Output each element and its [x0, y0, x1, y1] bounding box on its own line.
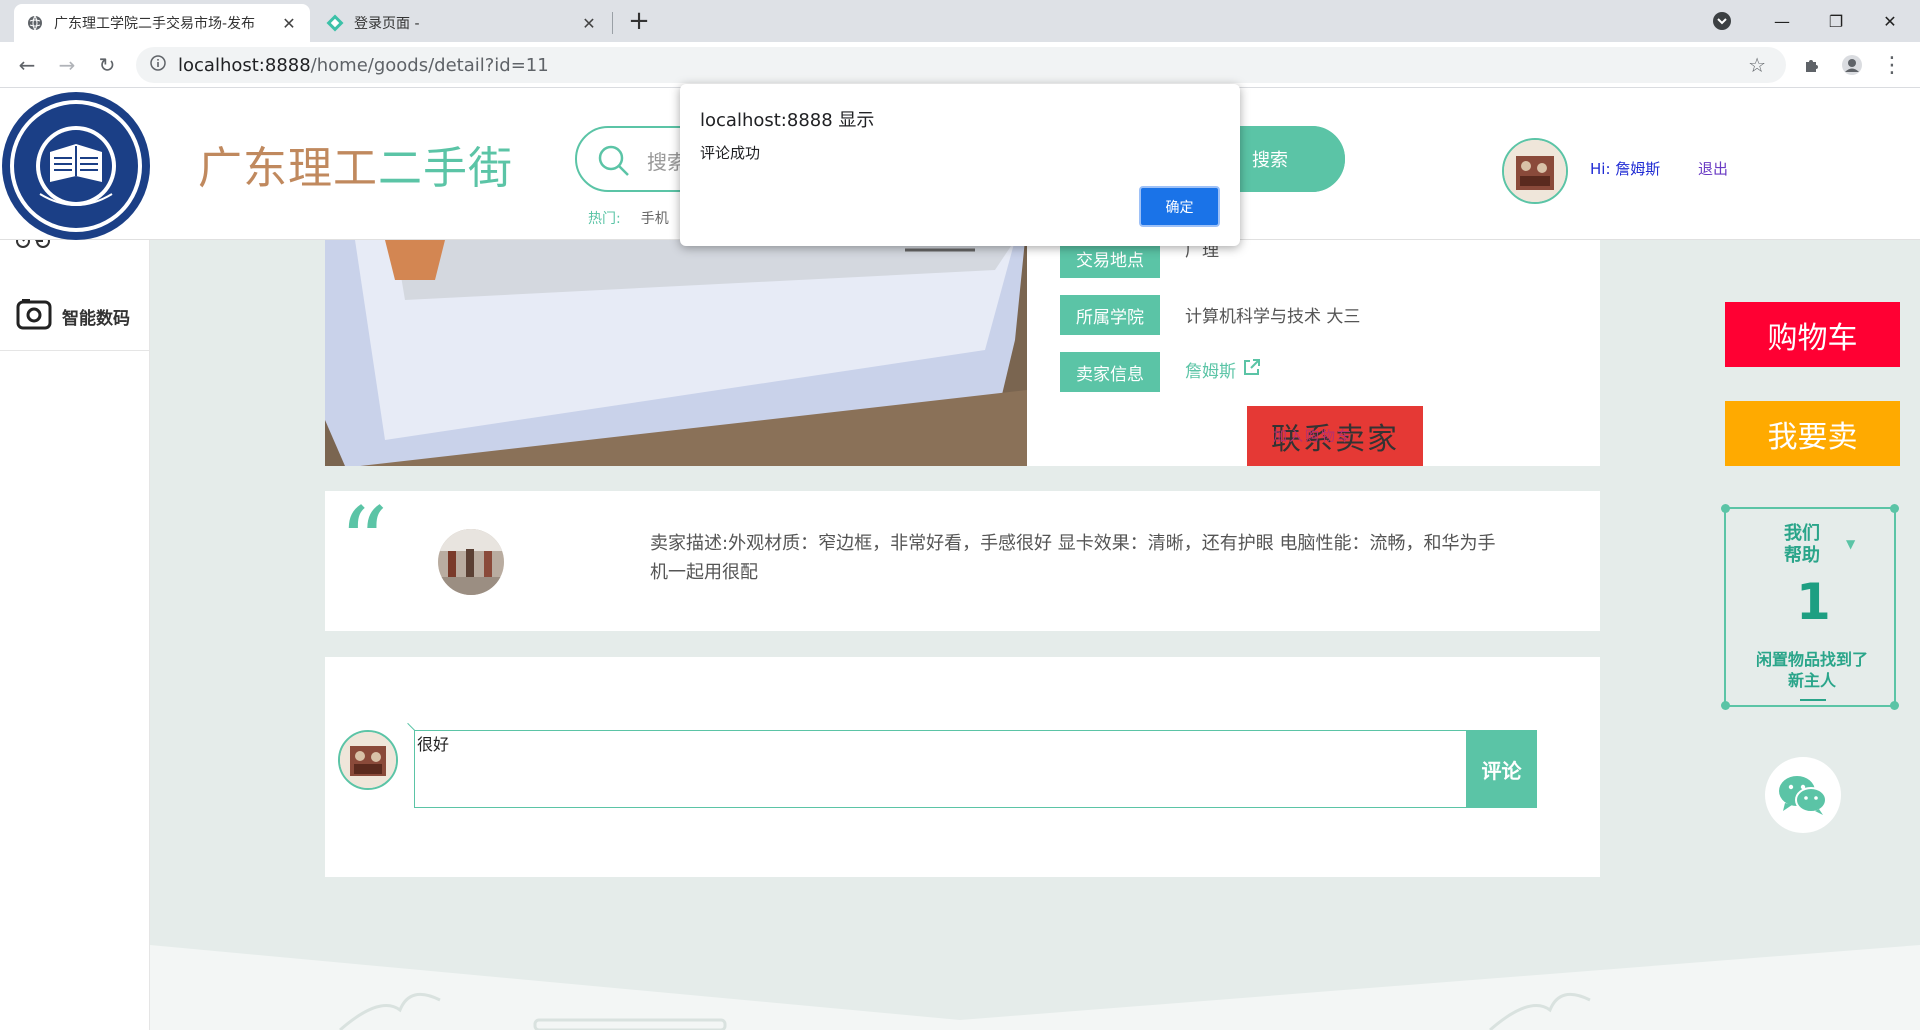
submit-comment-button[interactable]: 评论	[1466, 730, 1537, 808]
close-window-icon[interactable]: ✕	[1860, 0, 1920, 42]
back-icon[interactable]: ←	[12, 50, 42, 80]
tab-goods-detail[interactable]: 广东理工学院二手交易市场-发布 ✕	[14, 4, 310, 42]
user-avatar[interactable]	[1502, 138, 1568, 204]
comment-section: 很好 评论	[325, 657, 1600, 877]
tab-title: 广东理工学院二手交易市场-发布	[54, 16, 256, 32]
sidebar-divider	[0, 350, 150, 351]
help-underline	[1800, 699, 1826, 701]
sell-button[interactable]: 我要卖	[1725, 401, 1900, 466]
new-tab-icon[interactable]: +	[624, 6, 654, 36]
cart-button[interactable]: 购物车	[1725, 302, 1900, 367]
maximize-icon[interactable]: ❐	[1806, 0, 1866, 42]
dialog-ok-button[interactable]: 确定	[1139, 186, 1220, 227]
seller-link[interactable]: 詹姆斯	[1185, 357, 1262, 382]
external-link-icon	[1242, 357, 1262, 382]
info-tag-college: 所属学院	[1060, 295, 1160, 335]
help-count: 1	[1796, 573, 1831, 631]
wechat-icon[interactable]	[1765, 757, 1841, 833]
tab-search-icon[interactable]	[1692, 0, 1752, 42]
corner-dot	[1890, 701, 1899, 710]
college-logo[interactable]	[0, 90, 152, 242]
logout-link[interactable]: 退出	[1698, 158, 1728, 179]
url-field[interactable]: localhost:8888/home/goods/detail?id=11 ☆	[136, 47, 1786, 83]
seller-description-card: “ 卖家描述:外观材质：窄边框，非常好看，手感很好 显卡效果：清晰，还有护眼 电…	[325, 491, 1600, 631]
bookmark-star-icon[interactable]: ☆	[1748, 53, 1766, 77]
user-greeting[interactable]: Hi: 詹姆斯	[1590, 158, 1660, 179]
browser-tab-bar: 广东理工学院二手交易市场-发布 ✕ 登录页面 - ✕ + — ❐ ✕	[0, 0, 1920, 42]
footer-wave	[150, 940, 1920, 1030]
help-heading: 我们 帮助	[1784, 523, 1820, 566]
help-counter-box: 我们 帮助 ▼ 1 闲置物品找到了 新主人	[1721, 504, 1899, 710]
contact-seller-button[interactable]: 联系卖家 加入购物车	[1247, 406, 1423, 466]
dialog-title: localhost:8888 显示	[700, 110, 875, 131]
info-icon[interactable]	[150, 55, 166, 75]
commenter-avatar	[338, 730, 398, 790]
search-icon	[597, 144, 631, 182]
corner-dot	[1890, 504, 1899, 513]
help-caption: 闲置物品找到了 新主人	[1755, 650, 1868, 690]
url-host: localhost:8888	[178, 54, 311, 76]
caret-down-icon: ▼	[1846, 537, 1856, 551]
info-value-college: 计算机科学与技术 大三	[1185, 307, 1361, 327]
profile-icon[interactable]	[1837, 50, 1867, 80]
url-path: /home/goods/detail?id=11	[310, 54, 549, 76]
tab-login[interactable]: 登录页面 - ✕	[314, 4, 610, 42]
minimize-icon[interactable]: —	[1752, 0, 1812, 42]
tab-title: 登录页面 -	[354, 16, 420, 32]
dialog-message: 评论成功	[700, 144, 761, 162]
seller-avatar	[438, 529, 504, 595]
hot-label: 热门:	[588, 211, 621, 227]
tab-separator	[612, 12, 613, 34]
product-detail: 交易地点 广理 所属学院 计算机科学与技术 大三 卖家信息 詹姆斯 联系卖家 加…	[325, 238, 1600, 466]
forward-icon[interactable]: →	[52, 50, 82, 80]
seller-name: 詹姆斯	[1185, 362, 1236, 382]
comment-input[interactable]: 很好	[414, 730, 1468, 808]
camera-icon	[16, 296, 52, 337]
close-tab-icon[interactable]: ✕	[580, 14, 598, 33]
corner-dot	[1721, 701, 1730, 710]
info-tag-seller: 卖家信息	[1060, 352, 1160, 392]
hot-item[interactable]: 手机	[641, 211, 669, 227]
globe-icon	[26, 14, 44, 32]
site-title: 广东理工二手街	[198, 143, 513, 194]
hot-keywords: 热门: 手机	[588, 208, 669, 228]
close-tab-icon[interactable]: ✕	[280, 14, 298, 33]
sidebar-item-digital[interactable]: 智能数码	[16, 296, 130, 337]
category-sidebar: 智能数码	[0, 230, 150, 1030]
site-favicon-icon	[326, 14, 344, 32]
reload-icon[interactable]: ↻	[92, 50, 122, 80]
corner-dot	[1721, 504, 1730, 513]
sidebar-item-label: 智能数码	[62, 309, 130, 329]
product-image	[325, 240, 1027, 466]
description-text: 卖家描述:外观材质：窄边框，非常好看，手感很好 显卡效果：清晰，还有护眼 电脑性…	[650, 533, 1496, 583]
quote-icon: “	[339, 487, 389, 599]
extensions-icon[interactable]	[1797, 50, 1827, 80]
alert-dialog: localhost:8888 显示 评论成功 确定	[680, 84, 1240, 246]
add-to-cart-overlay-text[interactable]: 加入购物车	[1273, 426, 1353, 446]
address-bar: ← → ↻ localhost:8888/home/goods/detail?i…	[0, 42, 1920, 88]
menu-icon[interactable]: ⋮	[1877, 50, 1907, 80]
